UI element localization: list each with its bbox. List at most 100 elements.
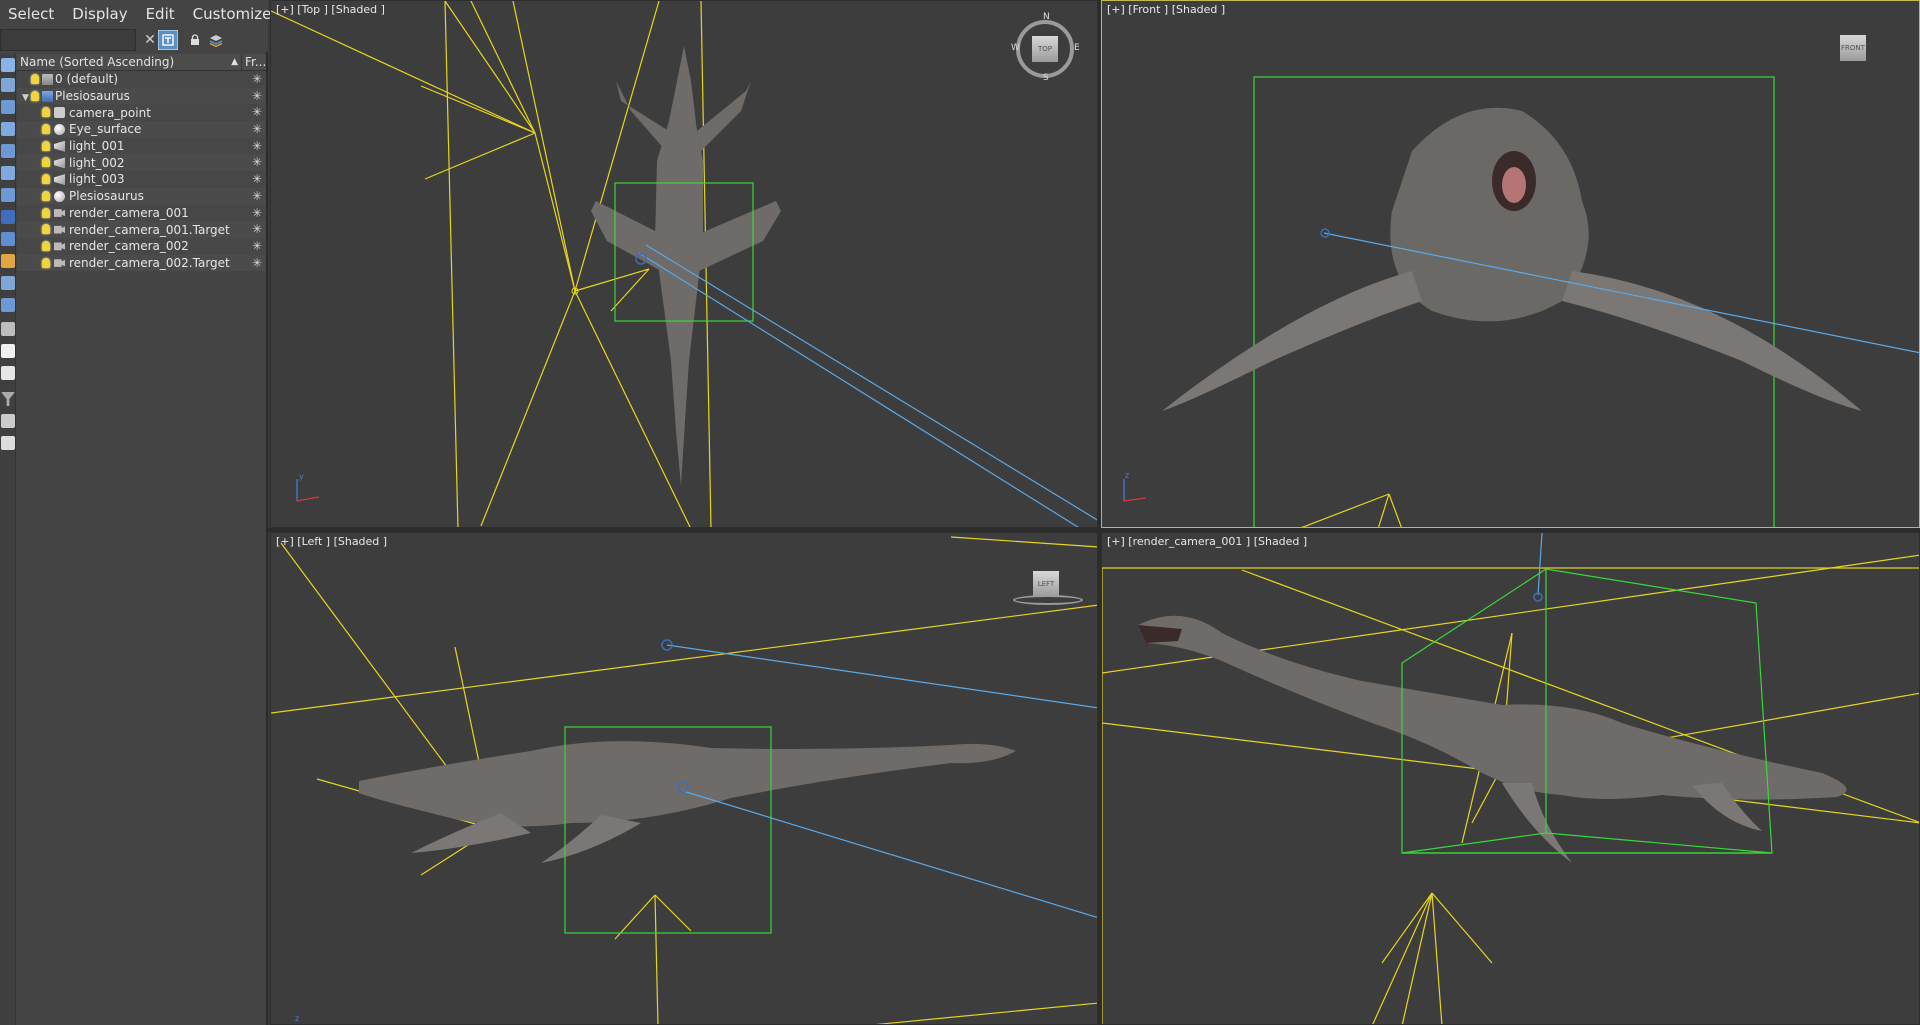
tree-row-label: light_002 <box>69 155 125 170</box>
clear-search-icon[interactable]: ✕ <box>140 30 160 50</box>
plesiosaurus-left-mesh <box>359 741 1016 863</box>
visibility-bulb-icon[interactable] <box>42 124 50 135</box>
frozen-toggle-icon[interactable]: ✳ <box>252 188 262 204</box>
display-all-icon[interactable] <box>1 322 15 336</box>
visibility-bulb-icon[interactable] <box>42 207 50 218</box>
menu-display[interactable]: Display <box>63 5 136 23</box>
tree-row[interactable]: render_camera_002.Target ✳ <box>17 254 266 272</box>
visibility-bulb-icon[interactable] <box>42 107 50 118</box>
tree-row[interactable]: light_001 ✳ <box>17 137 266 155</box>
sphere-icon <box>54 124 65 136</box>
tree-row-label: render_camera_001 <box>69 205 189 220</box>
axis-z-label-front: z <box>1125 471 1129 480</box>
search-input[interactable] <box>0 29 136 51</box>
display-geometry-icon[interactable] <box>1 78 15 92</box>
viewport-top-label[interactable]: [+] [Top ] [Shaded ] <box>276 3 385 16</box>
frozen-toggle-icon[interactable]: ✳ <box>252 205 262 221</box>
viewport-front[interactable]: z [+] [Front ] [Shaded ] FRONT <box>1101 0 1920 528</box>
frozen-toggle-icon[interactable]: ✳ <box>252 238 262 254</box>
frozen-toggle-icon[interactable]: ✳ <box>252 104 262 120</box>
visibility-bulb-icon[interactable] <box>42 190 50 201</box>
display-xrefs-icon[interactable] <box>1 232 15 246</box>
expand-arrow-icon[interactable]: ▼ <box>22 90 29 106</box>
visibility-bulb-icon[interactable] <box>42 140 50 151</box>
viewport-left-label[interactable]: [+] [Left ] [Shaded ] <box>276 535 387 548</box>
tree-row[interactable]: Eye_surface ✳ <box>17 121 266 138</box>
visibility-bulb-icon[interactable] <box>42 240 50 251</box>
display-shapes-icon[interactable] <box>1 100 15 114</box>
display-containers-icon[interactable] <box>1 276 15 290</box>
menu-edit[interactable]: Edit <box>137 5 184 23</box>
layer-icon <box>42 90 53 102</box>
layers-icon[interactable] <box>206 30 226 50</box>
frozen-toggle-icon[interactable]: ✳ <box>252 138 262 154</box>
column-header-frozen[interactable]: Fr... <box>242 54 266 70</box>
hierarchy-icon[interactable] <box>1 436 15 450</box>
tree-row[interactable]: light_002 ✳ <box>17 154 266 172</box>
find-toggle-icon[interactable] <box>158 30 178 50</box>
frozen-toggle-icon[interactable]: ✳ <box>252 88 262 104</box>
tree-row-label: Eye_surface <box>69 122 142 137</box>
tree-row-label: render_camera_002.Target <box>69 255 230 270</box>
camera-icon <box>54 225 65 234</box>
tree-row[interactable]: Plesiosaurus ✳ <box>17 187 266 205</box>
tree-row-label: render_camera_001.Target <box>69 222 230 237</box>
tree-row-label: Plesiosaurus <box>55 89 130 104</box>
frozen-toggle-icon[interactable]: ✳ <box>252 154 262 170</box>
visibility-bulb-icon[interactable] <box>42 157 50 168</box>
tree-row[interactable]: camera_point ✳ <box>17 104 266 122</box>
frozen-toggle-icon[interactable]: ✳ <box>252 255 262 271</box>
viewport-top[interactable]: y [+] [Top ] [Shaded ] TOP N S E W <box>270 0 1098 528</box>
tree-row[interactable]: ▼ Plesiosaurus ✳ <box>17 87 266 106</box>
display-objects-icon[interactable] <box>1 58 15 72</box>
explorer-filter-bar: ✕ <box>0 28 268 52</box>
top-viewport-scene: y <box>271 1 1097 527</box>
visibility-bulb-icon[interactable] <box>42 257 50 268</box>
sort-icon[interactable] <box>1 414 15 428</box>
tree-header: Name (Sorted Ascending) ▲ Fr... <box>17 54 266 71</box>
display-spacewarps-icon[interactable] <box>1 188 15 202</box>
display-helpers-icon[interactable] <box>1 166 15 180</box>
display-bones-icon[interactable] <box>1 254 15 268</box>
plesiosaurus-front-mesh <box>1162 107 1862 411</box>
display-groups-icon[interactable] <box>1 210 15 224</box>
viewcube-top[interactable]: TOP <box>1032 36 1058 62</box>
tree-row[interactable]: render_camera_001 ✳ <box>17 204 266 222</box>
visibility-bulb-icon[interactable] <box>42 224 50 235</box>
tree-row[interactable]: render_camera_002 ✳ <box>17 237 266 255</box>
compass-east: E <box>1074 43 1080 53</box>
frozen-toggle-icon[interactable]: ✳ <box>252 71 262 87</box>
frozen-toggle-icon[interactable]: ✳ <box>252 121 262 137</box>
lock-icon[interactable] <box>185 30 205 50</box>
viewcube-front[interactable]: FRONT <box>1840 35 1866 61</box>
display-lights-icon[interactable] <box>1 122 15 136</box>
tree-row[interactable]: light_003 ✳ <box>17 171 266 188</box>
display-none-icon[interactable] <box>1 344 15 358</box>
visibility-bulb-icon[interactable] <box>42 174 50 185</box>
display-cameras-icon[interactable] <box>1 144 15 158</box>
viewport-left[interactable]: z [+] [Left ] [Shaded ] LEFT <box>270 532 1098 1025</box>
frozen-toggle-icon[interactable]: ✳ <box>252 171 262 187</box>
invert-display-icon[interactable] <box>1 366 15 380</box>
menu-select[interactable]: Select <box>0 5 63 23</box>
tree-row-label: light_001 <box>69 139 125 154</box>
visibility-bulb-icon[interactable] <box>31 90 39 101</box>
filter-icon[interactable] <box>1 392 15 406</box>
explorer-side-toolbar <box>0 54 16 1025</box>
column-header-name[interactable]: Name (Sorted Ascending) ▲ <box>17 54 242 70</box>
tree-row-label: camera_point <box>69 105 151 120</box>
tree-row[interactable]: 0 (default) ✳ <box>17 71 266 88</box>
viewcube-left[interactable]: LEFT <box>1033 571 1059 597</box>
scene-explorer-panel: Select Display Edit Customize ✕ Name (So… <box>0 0 271 1025</box>
left-viewport-scene: z <box>271 536 1097 1024</box>
viewport-camera-label[interactable]: [+] [render_camera_001 ] [Shaded ] <box>1107 535 1307 548</box>
menu-customize[interactable]: Customize <box>184 5 281 23</box>
tree-row[interactable]: render_camera_001.Target ✳ <box>17 221 266 238</box>
tree-row-label: render_camera_002 <box>69 239 189 254</box>
frozen-toggle-icon[interactable]: ✳ <box>252 221 262 237</box>
display-frozen-icon[interactable] <box>1 298 15 312</box>
visibility-bulb-icon[interactable] <box>31 74 39 84</box>
viewport-front-label[interactable]: [+] [Front ] [Shaded ] <box>1107 3 1225 16</box>
viewport-render-camera[interactable]: [+] [render_camera_001 ] [Shaded ] <box>1101 532 1920 1025</box>
light-icon <box>54 140 65 152</box>
